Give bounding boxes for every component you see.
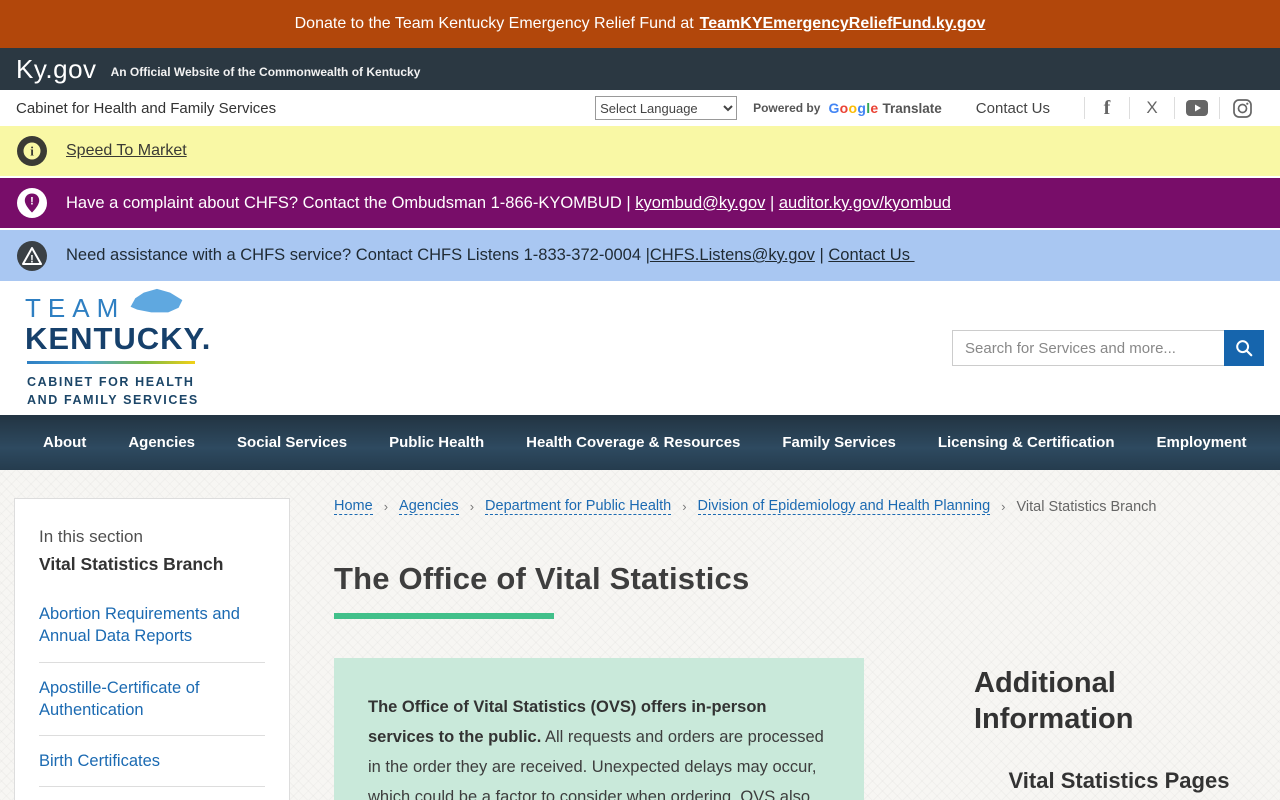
breadcrumb-public-health[interactable]: Department for Public Health: [485, 498, 671, 515]
nav-licensing[interactable]: Licensing & Certification: [938, 434, 1115, 451]
ombudsman-banner: ! Have a complaint about CHFS? Contact t…: [0, 178, 1280, 230]
separator: |: [815, 246, 828, 265]
logo-kentucky-text: KENTUCKY.: [25, 323, 211, 354]
chevron-right-icon: ›: [1001, 499, 1005, 514]
search-button[interactable]: [1224, 330, 1264, 366]
separator: |: [765, 194, 778, 213]
breadcrumb-current: Vital Statistics Branch: [1016, 499, 1156, 515]
utility-bar: Cabinet for Health and Family Services S…: [0, 90, 1280, 126]
nav-social-services[interactable]: Social Services: [237, 434, 347, 451]
logo-team-text: TEAM: [25, 295, 125, 321]
nav-employment[interactable]: Employment: [1157, 434, 1247, 451]
svg-text:i: i: [30, 144, 34, 159]
chevron-right-icon: ›: [384, 499, 388, 514]
page-content: In this section Vital Statistics Branch …: [0, 470, 1280, 800]
chfs-listens-email-link[interactable]: CHFS.Listens@ky.gov: [650, 246, 815, 265]
contact-us-link[interactable]: Contact Us: [976, 100, 1050, 117]
powered-by-label: Powered by: [753, 101, 820, 115]
speed-to-market-link[interactable]: Speed To Market: [66, 142, 187, 160]
assistance-text: Need assistance with a CHFS service? Con…: [66, 246, 650, 265]
donation-banner: Donate to the Team Kentucky Emergency Re…: [0, 0, 1280, 48]
site-search: [952, 330, 1264, 366]
nav-family-services[interactable]: Family Services: [782, 434, 895, 451]
breadcrumb-home[interactable]: Home: [334, 498, 373, 515]
section-sidebar: In this section Vital Statistics Branch …: [14, 498, 290, 800]
svg-text:!: !: [30, 253, 34, 265]
list-item: Abortion Requirements and Annual Data Re…: [39, 589, 265, 663]
kygov-brand-bar: Ky.gov An Official Website of the Common…: [0, 48, 1280, 90]
instagram-icon[interactable]: [1220, 99, 1264, 118]
donation-link[interactable]: TeamKYEmergencyReliefFund.ky.gov: [700, 15, 986, 33]
kygov-logo[interactable]: Ky.gov: [16, 54, 97, 85]
team-kentucky-logo[interactable]: TEAM KENTUCKY. CABINET FOR HEALTH AND FA…: [25, 287, 211, 409]
sidebar-link-abortion-reports[interactable]: Abortion Requirements and Annual Data Re…: [39, 605, 240, 645]
search-input[interactable]: [952, 330, 1224, 366]
search-icon: [1234, 338, 1254, 358]
primary-nav: About Agencies Social Services Public He…: [0, 415, 1280, 470]
logo-gradient-rule: [27, 361, 195, 364]
header-logo-row: TEAM KENTUCKY. CABINET FOR HEALTH AND FA…: [0, 281, 1280, 415]
translate-label: Translate: [883, 101, 942, 116]
chfs-listens-banner: ! Need assistance with a CHFS service? C…: [0, 230, 1280, 281]
title-accent-rule: [334, 613, 554, 619]
list-item: Birth Certificates: [39, 736, 265, 787]
sidebar-eyebrow: In this section: [39, 527, 265, 547]
contact-us-banner-link[interactable]: Contact Us: [828, 246, 914, 265]
logo-subtitle-line2: AND FAMILY SERVICES: [27, 391, 211, 409]
list-item: Apostille-Certificate of Authentication: [39, 663, 265, 737]
additional-info-title: Additional Information: [974, 665, 1264, 738]
nav-agencies[interactable]: Agencies: [128, 434, 195, 451]
official-website-tagline: An Official Website of the Commonwealth …: [111, 65, 421, 79]
sidebar-link-apostille[interactable]: Apostille-Certificate of Authentication: [39, 679, 199, 719]
auditor-link[interactable]: auditor.ky.gov/kyombud: [779, 194, 951, 213]
language-select[interactable]: Select Language: [595, 96, 737, 120]
vital-statistics-pages-heading: Vital Statistics Pages: [974, 768, 1264, 794]
page-title: The Office of Vital Statistics: [334, 561, 864, 597]
nav-health-coverage[interactable]: Health Coverage & Resources: [526, 434, 740, 451]
youtube-icon[interactable]: [1175, 100, 1219, 116]
additional-info-column: Additional Information Vital Statistics …: [974, 515, 1264, 800]
x-twitter-icon[interactable]: X: [1130, 98, 1174, 118]
speed-to-market-banner: i Speed To Market: [0, 126, 1280, 178]
ombudsman-text: Have a complaint about CHFS? Contact the…: [66, 194, 635, 213]
chevron-right-icon: ›: [682, 499, 686, 514]
google-logo: Google: [828, 100, 878, 116]
breadcrumb-agencies[interactable]: Agencies: [399, 498, 459, 515]
chevron-right-icon: ›: [470, 499, 474, 514]
pin-alert-icon: !: [16, 187, 48, 219]
sidebar-title: Vital Statistics Branch: [39, 554, 265, 575]
facebook-icon[interactable]: f: [1085, 97, 1129, 120]
kentucky-state-icon: [127, 287, 185, 319]
ombudsman-email-link[interactable]: kyombud@ky.gov: [635, 194, 765, 213]
breadcrumb-epidemiology[interactable]: Division of Epidemiology and Health Plan…: [698, 498, 991, 515]
warning-icon: !: [16, 240, 48, 272]
ovs-callout-box: The Office of Vital Statistics (OVS) off…: [334, 658, 864, 800]
logo-subtitle-line1: CABINET FOR HEALTH: [27, 373, 211, 391]
list-item: Certificate Purchase Options: [39, 787, 265, 800]
breadcrumb: Home › Agencies › Department for Public …: [334, 498, 1264, 515]
svg-text:!: !: [30, 196, 34, 208]
info-icon: i: [16, 135, 48, 167]
sidebar-link-birth-certificates[interactable]: Birth Certificates: [39, 752, 160, 770]
nav-about[interactable]: About: [43, 434, 86, 451]
donation-text: Donate to the Team Kentucky Emergency Re…: [295, 15, 694, 33]
nav-public-health[interactable]: Public Health: [389, 434, 484, 451]
site-name: Cabinet for Health and Family Services: [16, 100, 276, 117]
